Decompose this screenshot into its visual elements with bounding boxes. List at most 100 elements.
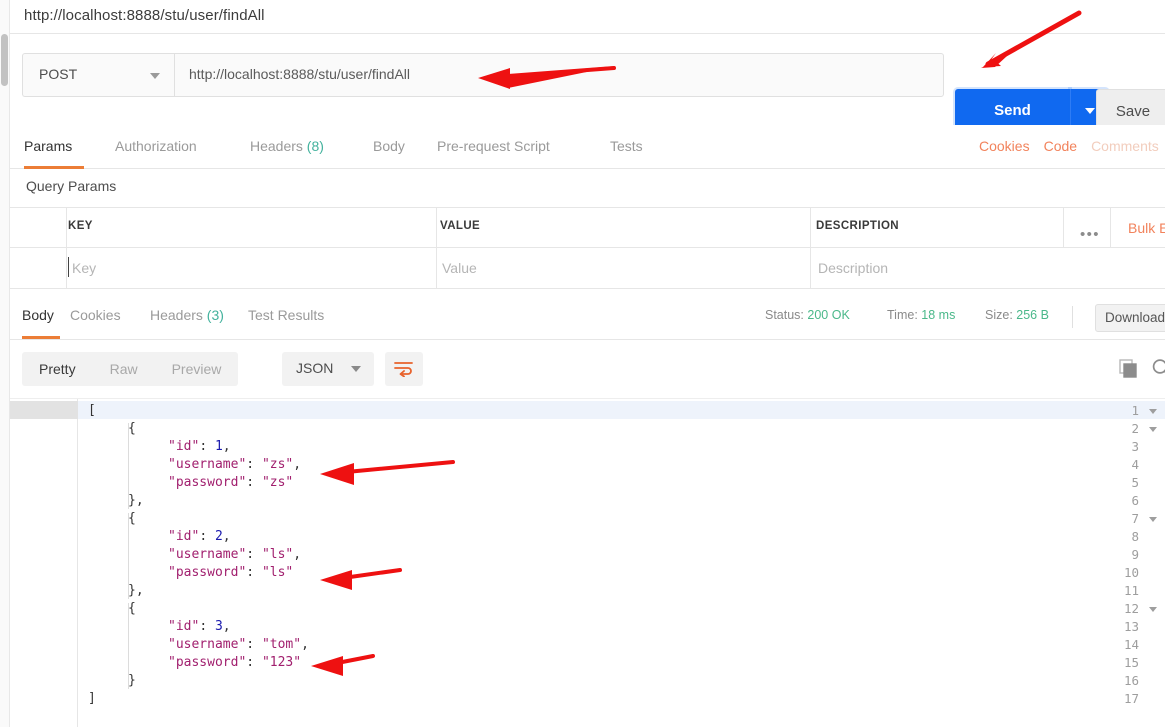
json-token-key: "username" — [168, 637, 247, 652]
query-params-header-row: KEY VALUE DESCRIPTION ••• Bulk Edit — [10, 208, 1165, 248]
column-divider — [66, 208, 67, 247]
code-fold-toggle-icon[interactable] — [1149, 409, 1157, 414]
json-token-punct: : — [199, 619, 215, 634]
json-token-key: "password" — [168, 655, 247, 670]
json-token-punct: : — [246, 637, 262, 652]
tab-badge: (8) — [302, 138, 324, 154]
request-tab-links: Cookies Code Comments — [965, 125, 1159, 169]
param-value-input[interactable]: Value — [442, 260, 477, 276]
chevron-down-icon — [1085, 108, 1095, 114]
text-cursor — [68, 257, 69, 277]
param-key-input[interactable]: Key — [72, 260, 96, 276]
tab-label: Pre-request Script — [437, 138, 550, 154]
line-number: 3 — [1131, 439, 1139, 454]
left-panel-scrollbar[interactable] — [0, 0, 10, 727]
json-token-str: "ls" — [261, 547, 294, 562]
line-number: 1 — [1131, 403, 1139, 418]
json-token-punct: : — [199, 439, 215, 454]
json-token-brace: }, — [128, 493, 144, 508]
column-divider — [1063, 208, 1064, 247]
code-line: "password": "zs" — [168, 475, 293, 490]
link-comments[interactable]: Comments — [1091, 138, 1159, 154]
response-tabs: Status: 200 OK Time: 18 ms Size: 256 B D… — [10, 294, 1165, 340]
json-token-str: "zs" — [261, 457, 294, 472]
line-number: 2 — [1131, 421, 1139, 436]
response-tab-cookies[interactable]: Cookies — [70, 294, 142, 339]
query-params-empty-row: Key Value Description — [10, 248, 1165, 289]
json-token-punct: , — [222, 439, 231, 454]
response-view-segmented-control: Pretty Raw Preview — [22, 352, 239, 386]
response-format-label: JSON — [296, 360, 334, 376]
param-description-input[interactable]: Description — [818, 260, 888, 276]
code-line: }, — [128, 583, 144, 598]
line-number: 8 — [1131, 529, 1139, 544]
scrollbar-thumb[interactable] — [1, 34, 8, 86]
code-line: "id": 1, — [168, 439, 231, 454]
code-fold-toggle-icon[interactable] — [1149, 427, 1157, 432]
request-tab-body[interactable]: Body — [373, 125, 419, 169]
request-tabs: Params Authorization Headers (8) Body Pre-re… — [10, 125, 1165, 169]
json-token-key: "password" — [168, 565, 247, 580]
tab-label: Headers — [150, 307, 203, 323]
line-number-gutter — [10, 399, 78, 727]
response-format-select[interactable]: JSON — [282, 352, 374, 386]
code-fold-toggle-icon[interactable] — [1149, 517, 1157, 522]
json-token-key: "password" — [168, 475, 247, 490]
json-token-brace: } — [128, 673, 136, 688]
request-tab-pre-request-script[interactable]: Pre-request Script — [437, 125, 585, 169]
copy-to-clipboard-button[interactable] — [1118, 358, 1140, 385]
size-value: 256 B — [1016, 308, 1049, 322]
response-tab-headers[interactable]: Headers (3) — [150, 294, 242, 339]
request-tab-authorization[interactable]: Authorization — [115, 125, 235, 169]
indent-guide — [128, 603, 129, 689]
search-icon — [1152, 359, 1165, 374]
bulk-edit-link[interactable]: Bulk Edit — [1128, 220, 1165, 236]
json-token-punct: : — [246, 457, 262, 472]
response-view-preview[interactable]: Preview — [155, 352, 239, 386]
response-tab-body[interactable]: Body — [22, 294, 68, 339]
request-tab-headers[interactable]: Headers (8) — [250, 125, 338, 169]
link-code[interactable]: Code — [1044, 138, 1077, 154]
code-line: "password": "ls" — [168, 565, 293, 580]
response-size: Size: 256 B — [985, 308, 1049, 322]
json-token-punct: : — [246, 547, 262, 562]
code-line: }, — [128, 493, 144, 508]
http-method-label: POST — [39, 66, 78, 82]
query-params-section-title: Query Params — [10, 169, 1165, 207]
response-view-pretty[interactable]: Pretty — [22, 352, 93, 386]
download-button[interactable]: Download — [1095, 304, 1165, 332]
line-number: 6 — [1131, 493, 1139, 508]
status-value: 200 OK — [807, 308, 850, 322]
link-cookies[interactable]: Cookies — [979, 138, 1030, 154]
json-token-key: "username" — [168, 547, 247, 562]
code-fold-toggle-icon[interactable] — [1149, 607, 1157, 612]
request-tab-tests[interactable]: Tests — [610, 125, 660, 169]
status-label: Status: — [765, 308, 804, 322]
download-button-label: Download — [1105, 310, 1165, 325]
tab-label: Headers — [250, 138, 303, 154]
active-line-gutter-highlight — [10, 401, 78, 419]
response-tab-test-results[interactable]: Test Results — [248, 294, 346, 339]
wrap-lines-button[interactable] — [385, 352, 423, 386]
response-view-toolbar: Pretty Raw Preview JSON — [10, 340, 1165, 398]
more-options-icon[interactable]: ••• — [1080, 226, 1100, 243]
json-token-brace: { — [128, 601, 136, 616]
json-token-punct: , — [222, 529, 231, 544]
tab-badge: (3) — [202, 307, 224, 323]
json-token-key: "id" — [168, 439, 200, 454]
column-divider — [1110, 208, 1111, 247]
divider — [1072, 306, 1073, 328]
column-divider — [810, 248, 811, 288]
json-token-brace: { — [128, 421, 136, 436]
response-view-raw[interactable]: Raw — [93, 352, 155, 386]
json-token-brace: [ — [88, 403, 96, 418]
request-url-input[interactable]: http://localhost:8888/stu/user/findAll — [174, 53, 944, 97]
json-token-brace: }, — [128, 583, 144, 598]
active-line-highlight — [78, 401, 1165, 419]
code-line: } — [128, 673, 136, 688]
line-number: 11 — [1123, 583, 1139, 598]
response-body-viewer[interactable]: 1 [2 {3 "id": 1, 4 "username": "zs", 5 "passwor… — [10, 398, 1165, 727]
search-in-response-button[interactable] — [1152, 358, 1165, 383]
request-tab-params[interactable]: Params — [24, 125, 92, 169]
http-method-select[interactable]: POST — [22, 53, 174, 97]
